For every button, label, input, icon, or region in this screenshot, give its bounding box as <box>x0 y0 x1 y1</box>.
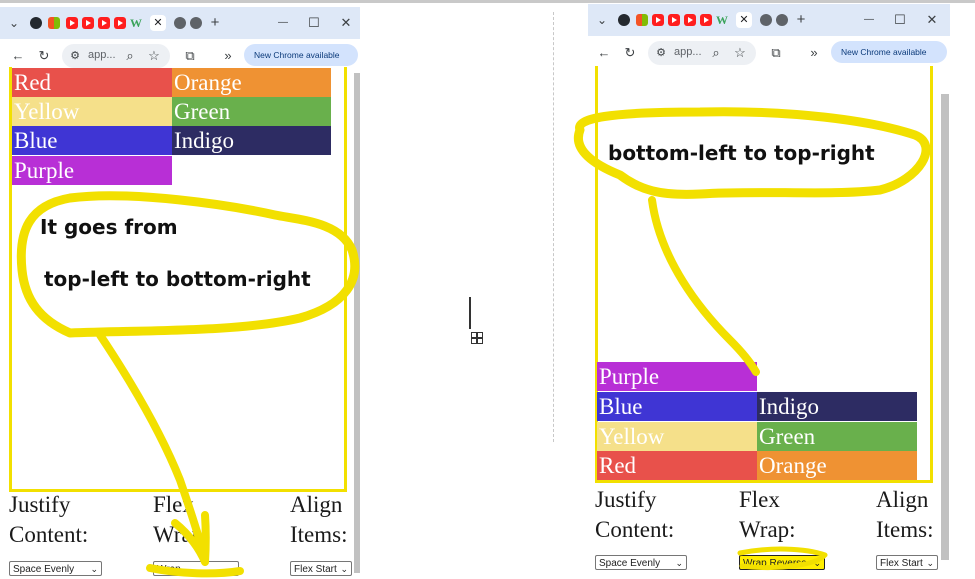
right-annotation-text: bottom-left to top-right <box>608 141 875 165</box>
left-annotation-line1: It goes from <box>40 215 178 239</box>
left-annotation-arrow <box>96 331 210 566</box>
left-wrap-select-highlight <box>146 564 244 578</box>
right-wrap-select-highlight <box>737 546 828 570</box>
left-annotation-line2: top-left to bottom-right <box>44 267 311 291</box>
right-annotation-arrow <box>648 196 760 376</box>
